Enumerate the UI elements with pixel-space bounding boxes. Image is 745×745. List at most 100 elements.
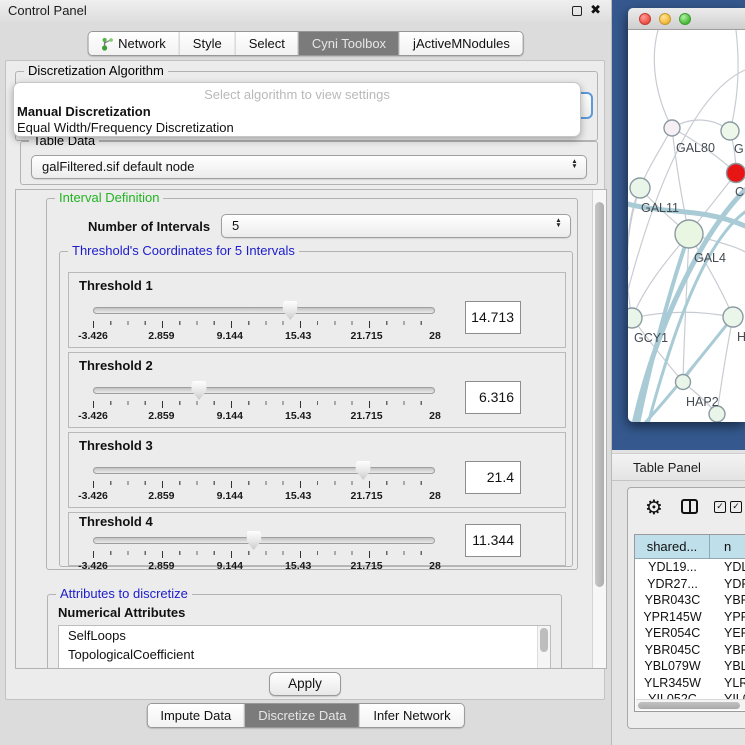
- network-icon: [101, 37, 113, 51]
- cell: YLR3: [710, 675, 745, 692]
- table-data-value: galFiltered.sif default node: [42, 159, 194, 174]
- window-title: Control Panel: [8, 3, 87, 18]
- tick-label: 2.859: [148, 560, 174, 572]
- close-icon[interactable]: ✖: [590, 2, 601, 18]
- node-h[interactable]: [723, 307, 743, 327]
- close-traffic-light-icon[interactable]: [639, 13, 651, 25]
- network-window-titlebar: [628, 8, 745, 30]
- checkbox-icon[interactable]: ✓: [730, 501, 742, 513]
- threshold-2-value-field[interactable]: 6.316: [465, 381, 521, 414]
- threshold-2-slider[interactable]: -3.426 2.859 9.144 15.43 21.715 28: [93, 385, 435, 423]
- bottom-tab-bar: Impute Data Discretize Data Infer Networ…: [146, 703, 464, 728]
- slider-track[interactable]: [93, 467, 435, 474]
- column-header-name[interactable]: n: [710, 535, 745, 558]
- threshold-3-label: Threshold 3: [79, 438, 153, 453]
- table-row[interactable]: YDR27... YDR2: [635, 576, 745, 593]
- tab-cyni-toolbox-label: Cyni Toolbox: [312, 36, 386, 51]
- slider-thumb[interactable]: [356, 461, 371, 480]
- settings-scrollbar[interactable]: [592, 190, 606, 668]
- node-gal80[interactable]: [664, 120, 680, 136]
- threshold-4-value-field[interactable]: 11.344: [465, 524, 521, 557]
- table-panel-titlebar: Table Panel: [612, 453, 745, 481]
- network-graph: GAL80 G C GAL11 GAL4 GCY1 H HAP2: [628, 30, 745, 422]
- node-label-h: H: [737, 330, 745, 344]
- node-gal4[interactable]: [675, 220, 703, 248]
- node-gcy1[interactable]: [628, 308, 642, 328]
- option-manual-discretization[interactable]: Manual Discretization: [14, 104, 580, 120]
- tab-impute-data[interactable]: Impute Data: [147, 704, 244, 727]
- zoom-traffic-light-icon[interactable]: [679, 13, 691, 25]
- node-g[interactable]: [721, 122, 739, 140]
- threshold-1-slider[interactable]: -3.426 2.859 9.144 15.43 21.715 28: [93, 305, 435, 343]
- tab-impute-data-label: Impute Data: [160, 708, 231, 723]
- node-gal11[interactable]: [630, 178, 650, 198]
- column-split-icon[interactable]: [681, 499, 698, 514]
- tab-jactivemnodules-label: jActiveMNodules: [413, 36, 510, 51]
- tick-label: 28: [429, 490, 441, 502]
- node-table: shared... n YDL19... YDL1 YDR27... YDR2 …: [634, 534, 745, 712]
- threshold-4-slider[interactable]: -3.426 2.859 9.144 15.43 21.715 28: [93, 535, 435, 573]
- threshold-4-label: Threshold 4: [79, 514, 153, 529]
- attributes-scrollbar[interactable]: [537, 626, 550, 669]
- tab-discretize-data[interactable]: Discretize Data: [244, 704, 359, 727]
- table-row[interactable]: YBL079W YBL0: [635, 658, 745, 675]
- threshold-3-value-field[interactable]: 21.4: [465, 461, 521, 494]
- option-equal-width-frequency[interactable]: Equal Width/Frequency Discretization: [14, 120, 580, 136]
- list-item-topologicalcoefficient[interactable]: TopologicalCoefficient: [59, 645, 550, 664]
- number-of-intervals-combobox[interactable]: 5 ▲▼: [221, 214, 571, 238]
- slider-thumb[interactable]: [192, 381, 207, 400]
- table-row[interactable]: YER054C YER0: [635, 625, 745, 642]
- table-row[interactable]: YLR345W YLR3: [635, 675, 745, 692]
- algorithm-hint-option[interactable]: Select algorithm to view settings: [14, 87, 580, 104]
- tick-label: 9.144: [217, 410, 243, 422]
- tab-cyni-toolbox[interactable]: Cyni Toolbox: [298, 32, 399, 55]
- node-label-gcy1: GCY1: [634, 331, 668, 345]
- table-horizontal-scrollbar[interactable]: [636, 699, 745, 710]
- apply-button[interactable]: Apply: [269, 672, 341, 696]
- tab-style-label: Style: [193, 36, 222, 51]
- tick-label: 21.715: [351, 410, 383, 422]
- tab-jactivemnodules[interactable]: jActiveMNodules: [399, 32, 523, 55]
- node-hap2[interactable]: [676, 375, 691, 390]
- table-row[interactable]: YBR045C YBR0: [635, 642, 745, 659]
- threshold-1-value-field[interactable]: 14.713: [465, 301, 521, 334]
- minimize-traffic-light-icon[interactable]: [659, 13, 671, 25]
- tab-network[interactable]: Network: [88, 32, 179, 55]
- table-header-row: shared... n: [635, 535, 745, 559]
- network-canvas[interactable]: GAL80 G C GAL11 GAL4 GCY1 H HAP2: [628, 30, 745, 422]
- tab-select[interactable]: Select: [235, 32, 298, 55]
- table-row[interactable]: YBR043C YBR0: [635, 592, 745, 609]
- table-panel-region: Table Panel ⚙ ✓ ✓ shared... n YDL19... Y…: [612, 450, 745, 745]
- checkbox-icon[interactable]: ✓: [714, 501, 726, 513]
- screen: Control Panel ✖ Network Style Select: [0, 0, 745, 745]
- node-red[interactable]: [727, 164, 745, 183]
- tab-style[interactable]: Style: [179, 32, 235, 55]
- control-panel-titlebar: Control Panel ✖: [0, 0, 611, 22]
- tick-label: -3.426: [78, 330, 108, 342]
- top-tab-bar: Network Style Select Cyni Toolbox jActiv…: [87, 31, 524, 56]
- slider-track[interactable]: [93, 387, 435, 394]
- table-row[interactable]: YDL19... YDL1: [635, 559, 745, 576]
- slider-track[interactable]: [93, 307, 435, 314]
- table-row[interactable]: YPR145W YPR1: [635, 609, 745, 626]
- table-data-group: Table Data galFiltered.sif default node …: [20, 141, 598, 185]
- slider-track[interactable]: [93, 537, 435, 544]
- tick-label: 15.43: [285, 410, 311, 422]
- cell: YDL19...: [635, 559, 710, 576]
- threshold-1-panel: Threshold 1 -3.426 2.859 9.144 15.43: [68, 272, 566, 348]
- node-label-hap2: HAP2: [686, 395, 719, 409]
- desktop-background: GAL80 G C GAL11 GAL4 GCY1 H HAP2: [612, 0, 745, 450]
- slider-major-ticks: [93, 551, 438, 558]
- column-header-shared-name[interactable]: shared...: [635, 535, 710, 558]
- slider-thumb[interactable]: [283, 301, 298, 320]
- tab-discretize-data-label: Discretize Data: [258, 708, 346, 723]
- table-data-combobox[interactable]: galFiltered.sif default node ▲▼: [31, 155, 587, 179]
- list-item-selfloops[interactable]: SelfLoops: [59, 626, 550, 645]
- float-window-icon[interactable]: [572, 6, 582, 16]
- gear-icon[interactable]: ⚙: [645, 495, 663, 520]
- slider-thumb[interactable]: [246, 531, 261, 550]
- tick-label: -3.426: [78, 560, 108, 572]
- tab-infer-network[interactable]: Infer Network: [359, 704, 463, 727]
- threshold-3-slider[interactable]: -3.426 2.859 9.144 15.43 21.715 28: [93, 465, 435, 503]
- tick-label: 15.43: [285, 330, 311, 342]
